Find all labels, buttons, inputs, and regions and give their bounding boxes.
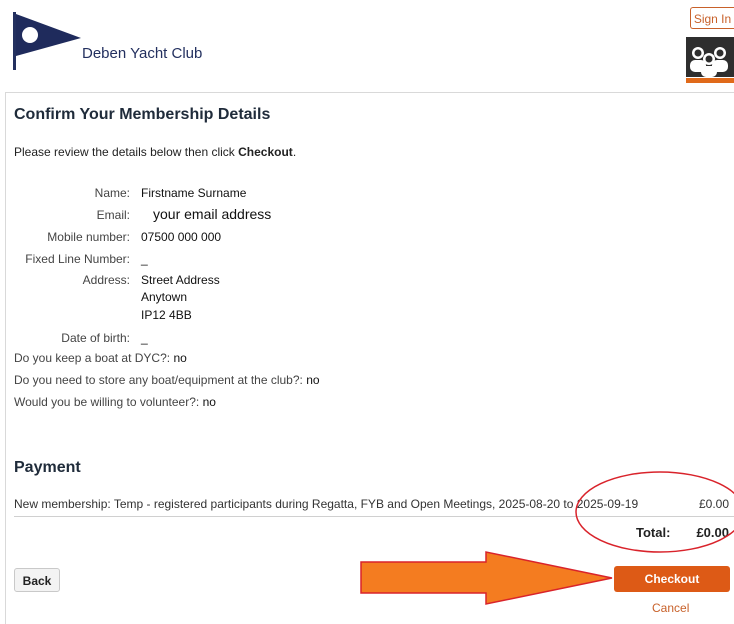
site-header: Deben Yacht Club Sign In	[0, 0, 734, 92]
email-value: your email address	[146, 205, 287, 223]
cancel-link[interactable]: Cancel	[652, 601, 689, 615]
checkout-button[interactable]: Checkout	[614, 566, 730, 592]
payment-title: Payment	[14, 459, 81, 476]
payment-divider	[14, 516, 734, 517]
fixed-line-value: _	[141, 252, 148, 266]
dob-value: _	[141, 331, 148, 345]
answer-store-equipment: no	[306, 373, 320, 387]
intro-text: Please review the details below then cli…	[14, 145, 297, 159]
address-line-1: Street Address	[141, 273, 220, 287]
address-line-3: IP12 4BB	[141, 308, 192, 322]
question-boat-at-dyc: Do you keep a boat at DYC?: no	[14, 351, 187, 365]
payment-item-amount: £0.00	[698, 497, 729, 511]
members-group-icon	[686, 37, 734, 83]
payment-item-description: New membership: Temp - registered partic…	[14, 497, 639, 511]
address-line-2: Anytown	[141, 290, 188, 304]
total-amount: £0.00	[696, 525, 729, 540]
total-label: Total:	[636, 525, 671, 540]
answer-boat-at-dyc: no	[173, 351, 187, 365]
address-label: Address:	[82, 273, 130, 287]
question-volunteer: Would you be willing to volunteer?: no	[14, 395, 216, 409]
club-name[interactable]: Deben Yacht Club	[82, 45, 202, 62]
back-button[interactable]: Back	[14, 568, 60, 592]
dob-label: Date of birth:	[61, 331, 130, 345]
answer-volunteer: no	[202, 395, 216, 409]
page-title: Confirm Your Membership Details	[14, 106, 271, 123]
question-store-equipment: Do you need to store any boat/equipment …	[14, 373, 320, 387]
fixed-line-label: Fixed Line Number:	[25, 252, 130, 266]
sign-in-button[interactable]: Sign In	[690, 7, 734, 29]
name-label: Name:	[94, 186, 130, 200]
mobile-value: 07500 000 000	[141, 230, 222, 244]
club-burgee-logo-icon[interactable]	[13, 12, 83, 70]
email-label: Email:	[96, 208, 130, 222]
intro-checkout-emphasis: Checkout	[238, 145, 293, 159]
name-value: Firstname Surname	[141, 186, 247, 200]
mobile-label: Mobile number:	[47, 230, 130, 244]
